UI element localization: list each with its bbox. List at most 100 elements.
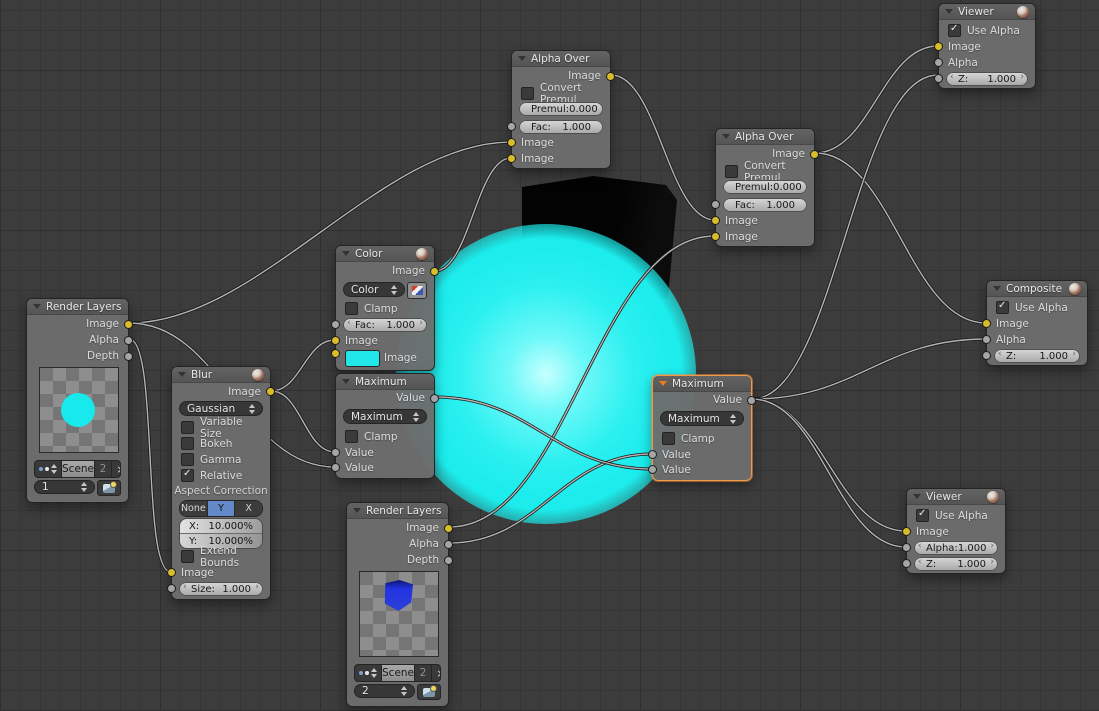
socket-value-output[interactable] [747, 396, 756, 405]
premul-slider[interactable]: Premul: 0.000 [723, 180, 807, 194]
relative-checkbox[interactable] [181, 468, 194, 482]
socket-z-input[interactable] [982, 351, 991, 360]
blur-filter-select[interactable]: Gaussian [179, 401, 263, 416]
socket-image2-input[interactable] [331, 349, 340, 358]
socket-value2-input[interactable] [331, 463, 340, 472]
socket-fac-input[interactable] [711, 200, 720, 209]
alpha-slider[interactable]: Alpha:1.000 [914, 541, 998, 555]
use-alpha-checkbox[interactable] [916, 508, 929, 522]
render-result-icon[interactable] [97, 480, 121, 496]
node-header[interactable]: Viewer [907, 489, 1005, 505]
user-count-badge[interactable]: 2 [95, 461, 112, 477]
blend-mode-select[interactable]: Color [343, 282, 405, 297]
socket-image-input[interactable] [902, 527, 911, 536]
socket-image-output[interactable] [266, 387, 275, 396]
socket-depth-output[interactable] [124, 352, 133, 361]
collapse-icon[interactable] [913, 494, 921, 499]
user-count-badge[interactable]: 2 [415, 665, 432, 681]
node-header[interactable]: Blur [172, 367, 270, 383]
collapse-icon[interactable] [722, 134, 730, 139]
node-header[interactable]: Color [336, 246, 434, 262]
node-header[interactable]: Render Layers [347, 503, 448, 519]
socket-fac-input[interactable] [331, 320, 340, 329]
use-alpha-checkbox[interactable] [948, 23, 961, 37]
node-header[interactable]: Composite [987, 281, 1087, 297]
socket-alpha-input[interactable] [934, 58, 943, 67]
segment-x[interactable]: X [234, 501, 262, 516]
math-operation-select[interactable]: Maximum [660, 411, 744, 426]
socket-alpha-output[interactable] [124, 336, 133, 345]
collapse-icon[interactable] [945, 9, 953, 14]
socket-value1-input[interactable] [331, 448, 340, 457]
extend-bounds-checkbox[interactable] [181, 550, 194, 563]
z-slider[interactable]: Z:1.000 [946, 72, 1028, 86]
socket-image1-input[interactable] [331, 336, 340, 345]
socket-image-output[interactable] [606, 72, 615, 81]
clamp-checkbox[interactable] [345, 430, 358, 443]
socket-image-input[interactable] [982, 319, 991, 328]
scene-selector[interactable]: Scene 2 × [34, 460, 121, 478]
socket-z-input[interactable] [902, 559, 911, 568]
convert-premul-checkbox[interactable] [725, 165, 738, 178]
node-render-layers-1[interactable]: Render Layers Image Alpha Depth Scene 2 … [26, 298, 133, 503]
socket-alpha-input[interactable] [902, 543, 911, 552]
socket-fac-input[interactable] [507, 122, 516, 131]
color-image-icon[interactable] [407, 282, 427, 299]
fac-slider[interactable]: Fac:1.000 [723, 198, 807, 212]
fac-slider[interactable]: Fac:1.000 [519, 120, 603, 134]
clamp-checkbox[interactable] [345, 302, 358, 315]
collapse-icon[interactable] [659, 381, 667, 386]
socket-image-output[interactable] [810, 150, 819, 159]
scene-name-button[interactable]: Scene [382, 665, 415, 681]
node-alpha-over-2[interactable]: Alpha Over Image Convert Premul Premul: 0… [711, 128, 819, 247]
node-header[interactable]: Alpha Over [512, 51, 610, 67]
node-maximum-2-selected[interactable]: Maximum Value Maximum Clamp Value Value [648, 375, 756, 481]
segment-none[interactable]: None [180, 501, 207, 516]
socket-value-output[interactable] [430, 394, 439, 403]
socket-image-output[interactable] [444, 524, 453, 533]
node-render-layers-2[interactable]: Render Layers Image Alpha Depth Scene 2 … [346, 502, 453, 707]
z-slider[interactable]: Z:1.000 [994, 349, 1080, 363]
socket-alpha-output[interactable] [444, 540, 453, 549]
socket-image2-input[interactable] [507, 154, 516, 163]
node-header[interactable]: Viewer [939, 4, 1035, 20]
socket-image-input[interactable] [167, 568, 176, 577]
render-result-icon[interactable] [417, 684, 441, 700]
render-layer-select[interactable]: 1 [34, 480, 95, 494]
unlink-button[interactable]: × [432, 665, 440, 681]
socket-depth-output[interactable] [444, 556, 453, 565]
size-slider[interactable]: Size:1.000 [179, 582, 263, 596]
node-color-mix[interactable]: Color Image Color Clamp Fac:1.000 Image … [331, 245, 439, 371]
socket-value2-input[interactable] [648, 465, 657, 474]
node-header[interactable]: Render Layers [27, 299, 128, 315]
fac-slider[interactable]: Fac:1.000 [343, 318, 427, 332]
collapse-icon[interactable] [353, 508, 361, 513]
node-header[interactable]: Maximum [336, 374, 434, 390]
premul-slider[interactable]: Premul: 0.000 [519, 102, 603, 116]
collapse-icon[interactable] [518, 56, 526, 61]
scene-name-button[interactable]: Scene [62, 461, 95, 477]
z-slider[interactable]: Z:1.000 [914, 557, 998, 571]
socket-image1-input[interactable] [711, 216, 720, 225]
convert-premul-checkbox[interactable] [521, 87, 534, 100]
clamp-checkbox[interactable] [662, 432, 675, 445]
node-alpha-over-1[interactable]: Alpha Over Image Convert Premul Premul: 0… [507, 50, 615, 169]
gamma-checkbox[interactable] [181, 453, 194, 466]
node-blur[interactable]: Blur Image Gaussian Variable Size Bokeh … [167, 366, 275, 600]
node-maximum-1[interactable]: Maximum Value Maximum Clamp Value Value [331, 373, 439, 479]
node-composite[interactable]: Composite Use Alpha Image Alpha Z:1.000 [982, 280, 1088, 366]
segment-y[interactable]: Y [206, 501, 235, 516]
collapse-icon[interactable] [342, 251, 350, 256]
scene-selector[interactable]: Scene 2 × [354, 664, 441, 682]
socket-image-input[interactable] [934, 42, 943, 51]
node-viewer-bottom[interactable]: Viewer Use Alpha Image Alpha:1.000 Z:1.0… [902, 488, 1006, 574]
socket-image-output[interactable] [430, 267, 439, 276]
node-editor-canvas[interactable]: Render Layers Image Alpha Depth Scene 2 … [0, 0, 1099, 711]
collapse-icon[interactable] [33, 304, 41, 309]
math-operation-select[interactable]: Maximum [343, 409, 427, 424]
scene-datablock-icon[interactable] [35, 461, 61, 477]
socket-image2-input[interactable] [711, 232, 720, 241]
socket-image-output[interactable] [124, 320, 133, 329]
variable-size-checkbox[interactable] [181, 421, 194, 434]
socket-value1-input[interactable] [648, 450, 657, 459]
